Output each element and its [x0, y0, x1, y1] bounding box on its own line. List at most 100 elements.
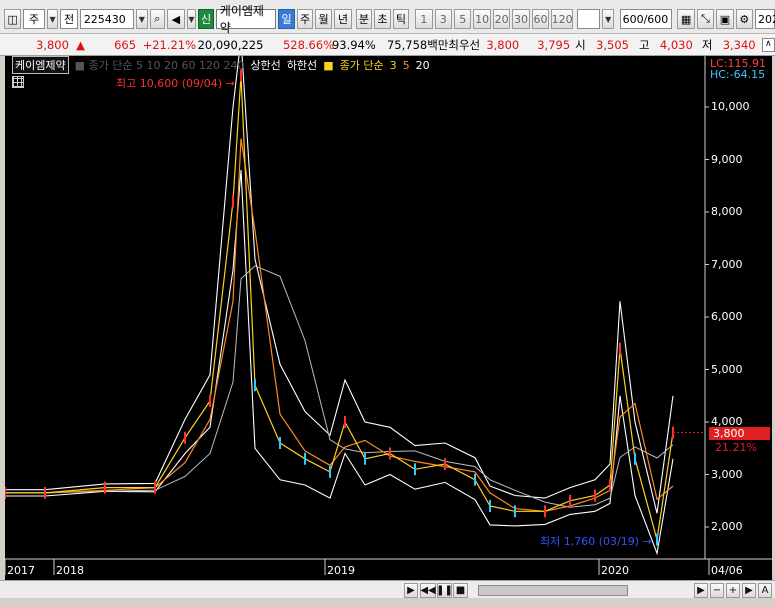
speaker-icon[interactable]: ◀ [167, 9, 185, 29]
scroll-end-button[interactable]: ▶ [742, 583, 756, 598]
new-button[interactable]: 신 [198, 9, 214, 29]
y-tick-label: 7,000 [711, 257, 743, 271]
arrow-right-icon: → [225, 77, 235, 90]
period-day-tab[interactable]: 일 [277, 9, 296, 29]
y-tick-label: 3,000 [711, 467, 743, 481]
legend-ma-20: 20 [415, 58, 430, 72]
interval-3-button[interactable]: 3 [434, 9, 452, 29]
open-price: 3,505 [596, 37, 629, 52]
collapse-icon[interactable]: ∧ [761, 37, 775, 52]
interval-60-button[interactable]: 60 [531, 9, 550, 29]
pause-button[interactable]: ❚❚ [436, 583, 453, 598]
scroll-left-button[interactable]: ▶ [404, 583, 418, 598]
period-month-tab[interactable]: 월 [314, 9, 333, 29]
high-annotation: 최고 10,600 (09/04) → [116, 75, 235, 91]
y-tick-label: 10,000 [711, 100, 750, 113]
turnover: 93.94% [331, 37, 376, 52]
interval-30-button[interactable]: 30 [512, 9, 530, 29]
zoom-out-button[interactable]: − [710, 583, 724, 598]
interval-20-button[interactable]: 20 [492, 9, 511, 29]
time-scrollbar[interactable]: ▶ ◀◀ ❚❚ ■ ▶ − + ▶ A [0, 580, 775, 598]
legend-ma-label: 종가 단순 [339, 59, 384, 72]
custom-interval-dropdown-icon[interactable] [602, 9, 615, 29]
amount: 75,758백만 [386, 37, 449, 52]
arrow-right-icon: → [642, 535, 652, 548]
period-minute-tab[interactable]: 분 [355, 9, 373, 29]
y-tick-label: 5,000 [711, 362, 743, 376]
grid-icon[interactable]: ▦ [677, 9, 695, 29]
high-annotation-text: 최고 10,600 (09/04) [116, 77, 223, 90]
change-pct: +21.21% [142, 37, 197, 52]
save-icon[interactable]: ▣ [716, 9, 734, 29]
date-field[interactable]: 202 [755, 9, 775, 29]
count-total: /600 [643, 12, 669, 26]
lc-hc-readout: LC:115.91 HC:-64.15 [710, 58, 766, 80]
count-input[interactable]: 600/600 [620, 9, 673, 29]
legend-hidden-ma: ■ 종가 단순 5 10 20 60 120 240 [74, 59, 245, 72]
lower-band-line [5, 169, 674, 556]
chart-legend: 케이엠제약 ■ 종가 단순 5 10 20 60 120 240 상한선 하한선… [12, 56, 430, 74]
y-tick-label: 8,000 [711, 205, 743, 218]
gear-icon[interactable]: ⚙ [735, 9, 754, 29]
current-price: 3,800 [36, 37, 69, 52]
zoom-in-button[interactable]: + [726, 583, 740, 598]
rewind-button[interactable]: ◀◀ [420, 583, 436, 598]
custom-interval-input[interactable] [577, 9, 601, 29]
count-value: 600 [622, 12, 644, 26]
chart-window: ◫ 주 전 225430 ⌕ ◀ 신 케이엠제약 일 주 월 년 분 초 틱 1… [0, 0, 775, 607]
toolbar: ◫ 주 전 225430 ⌕ ◀ 신 케이엠제약 일 주 월 년 분 초 틱 1… [0, 0, 775, 35]
x-tick-label: 2017 [7, 564, 35, 577]
low-label: 저 [701, 37, 713, 52]
market-dropdown-icon[interactable] [46, 9, 59, 29]
period-tick-tab[interactable]: 틱 [392, 9, 410, 29]
best-bid-label: 최우선 [448, 37, 481, 52]
y-tick-label: 2,000 [711, 520, 743, 533]
interval-1-button[interactable]: 1 [415, 9, 433, 29]
crosshair-icon[interactable]: ⤡ [696, 9, 715, 29]
grid-toggle-icon[interactable] [12, 76, 24, 88]
code-dropdown-icon[interactable] [136, 9, 148, 29]
market-select[interactable]: 주 [23, 9, 45, 29]
code-input[interactable]: 225430 [79, 9, 134, 29]
last-pct-tag: 21.21% [715, 441, 757, 454]
interval-5-button[interactable]: 5 [453, 9, 472, 29]
last-price-tag: 3,800 [709, 427, 770, 440]
scroll-right-button[interactable]: ▶ [694, 583, 708, 598]
auto-button[interactable]: A [758, 583, 772, 598]
y-tick-label: 4,000 [711, 415, 743, 428]
y-tick-label: 9,000 [711, 152, 743, 166]
high-price: 4,030 [659, 37, 693, 52]
prev-label[interactable]: 전 [60, 9, 78, 29]
interval-120-button[interactable]: 120 [551, 9, 574, 29]
low-annotation: 최저 1,760 (03/19) → [540, 533, 652, 549]
period-second-tab[interactable]: 초 [374, 9, 391, 29]
x-tick-label: 2019 [327, 564, 355, 577]
best-bid: 3,795 [537, 37, 571, 52]
period-year-tab[interactable]: 년 [334, 9, 352, 29]
legend-upper: 상한선 [250, 59, 281, 72]
legend-ma-3: 3 [389, 58, 397, 72]
market-label: 주 [29, 13, 40, 26]
stock-name-field[interactable]: 케이엠제약 [215, 4, 276, 35]
quote-bar: 3,800 ▲ 665 +21.21% 20,090,225 528.66% 9… [0, 34, 775, 56]
low-price: 3,340 [722, 37, 756, 52]
x-tick-label: 04/06 [711, 564, 743, 577]
interval-10-button[interactable]: 10 [473, 9, 491, 29]
legend-stock-name[interactable]: 케이엠제약 [12, 56, 69, 74]
period-week-tab[interactable]: 주 [297, 9, 313, 29]
legend-ma-square-icon: ■ [323, 58, 334, 72]
change-value: 665 [114, 37, 137, 52]
hc-value: HC:-64.15 [709, 68, 766, 81]
search-icon[interactable]: ⌕ [149, 9, 166, 29]
volume: 20,090,225 [197, 37, 264, 52]
high-label: 고 [638, 37, 650, 52]
x-tick-label: 2020 [601, 564, 629, 577]
stop-button[interactable]: ■ [453, 583, 468, 598]
open-label: 시 [575, 37, 586, 52]
speaker-dropdown-icon[interactable] [186, 9, 197, 29]
price-chart[interactable]: 케이엠제약 ■ 종가 단순 5 10 20 60 120 240 상한선 하한선… [5, 56, 772, 580]
window-icon[interactable]: ◫ [4, 9, 22, 29]
ma-5-line [5, 138, 674, 512]
y-tick-label: 6,000 [711, 310, 743, 323]
scroll-thumb[interactable] [478, 585, 628, 596]
